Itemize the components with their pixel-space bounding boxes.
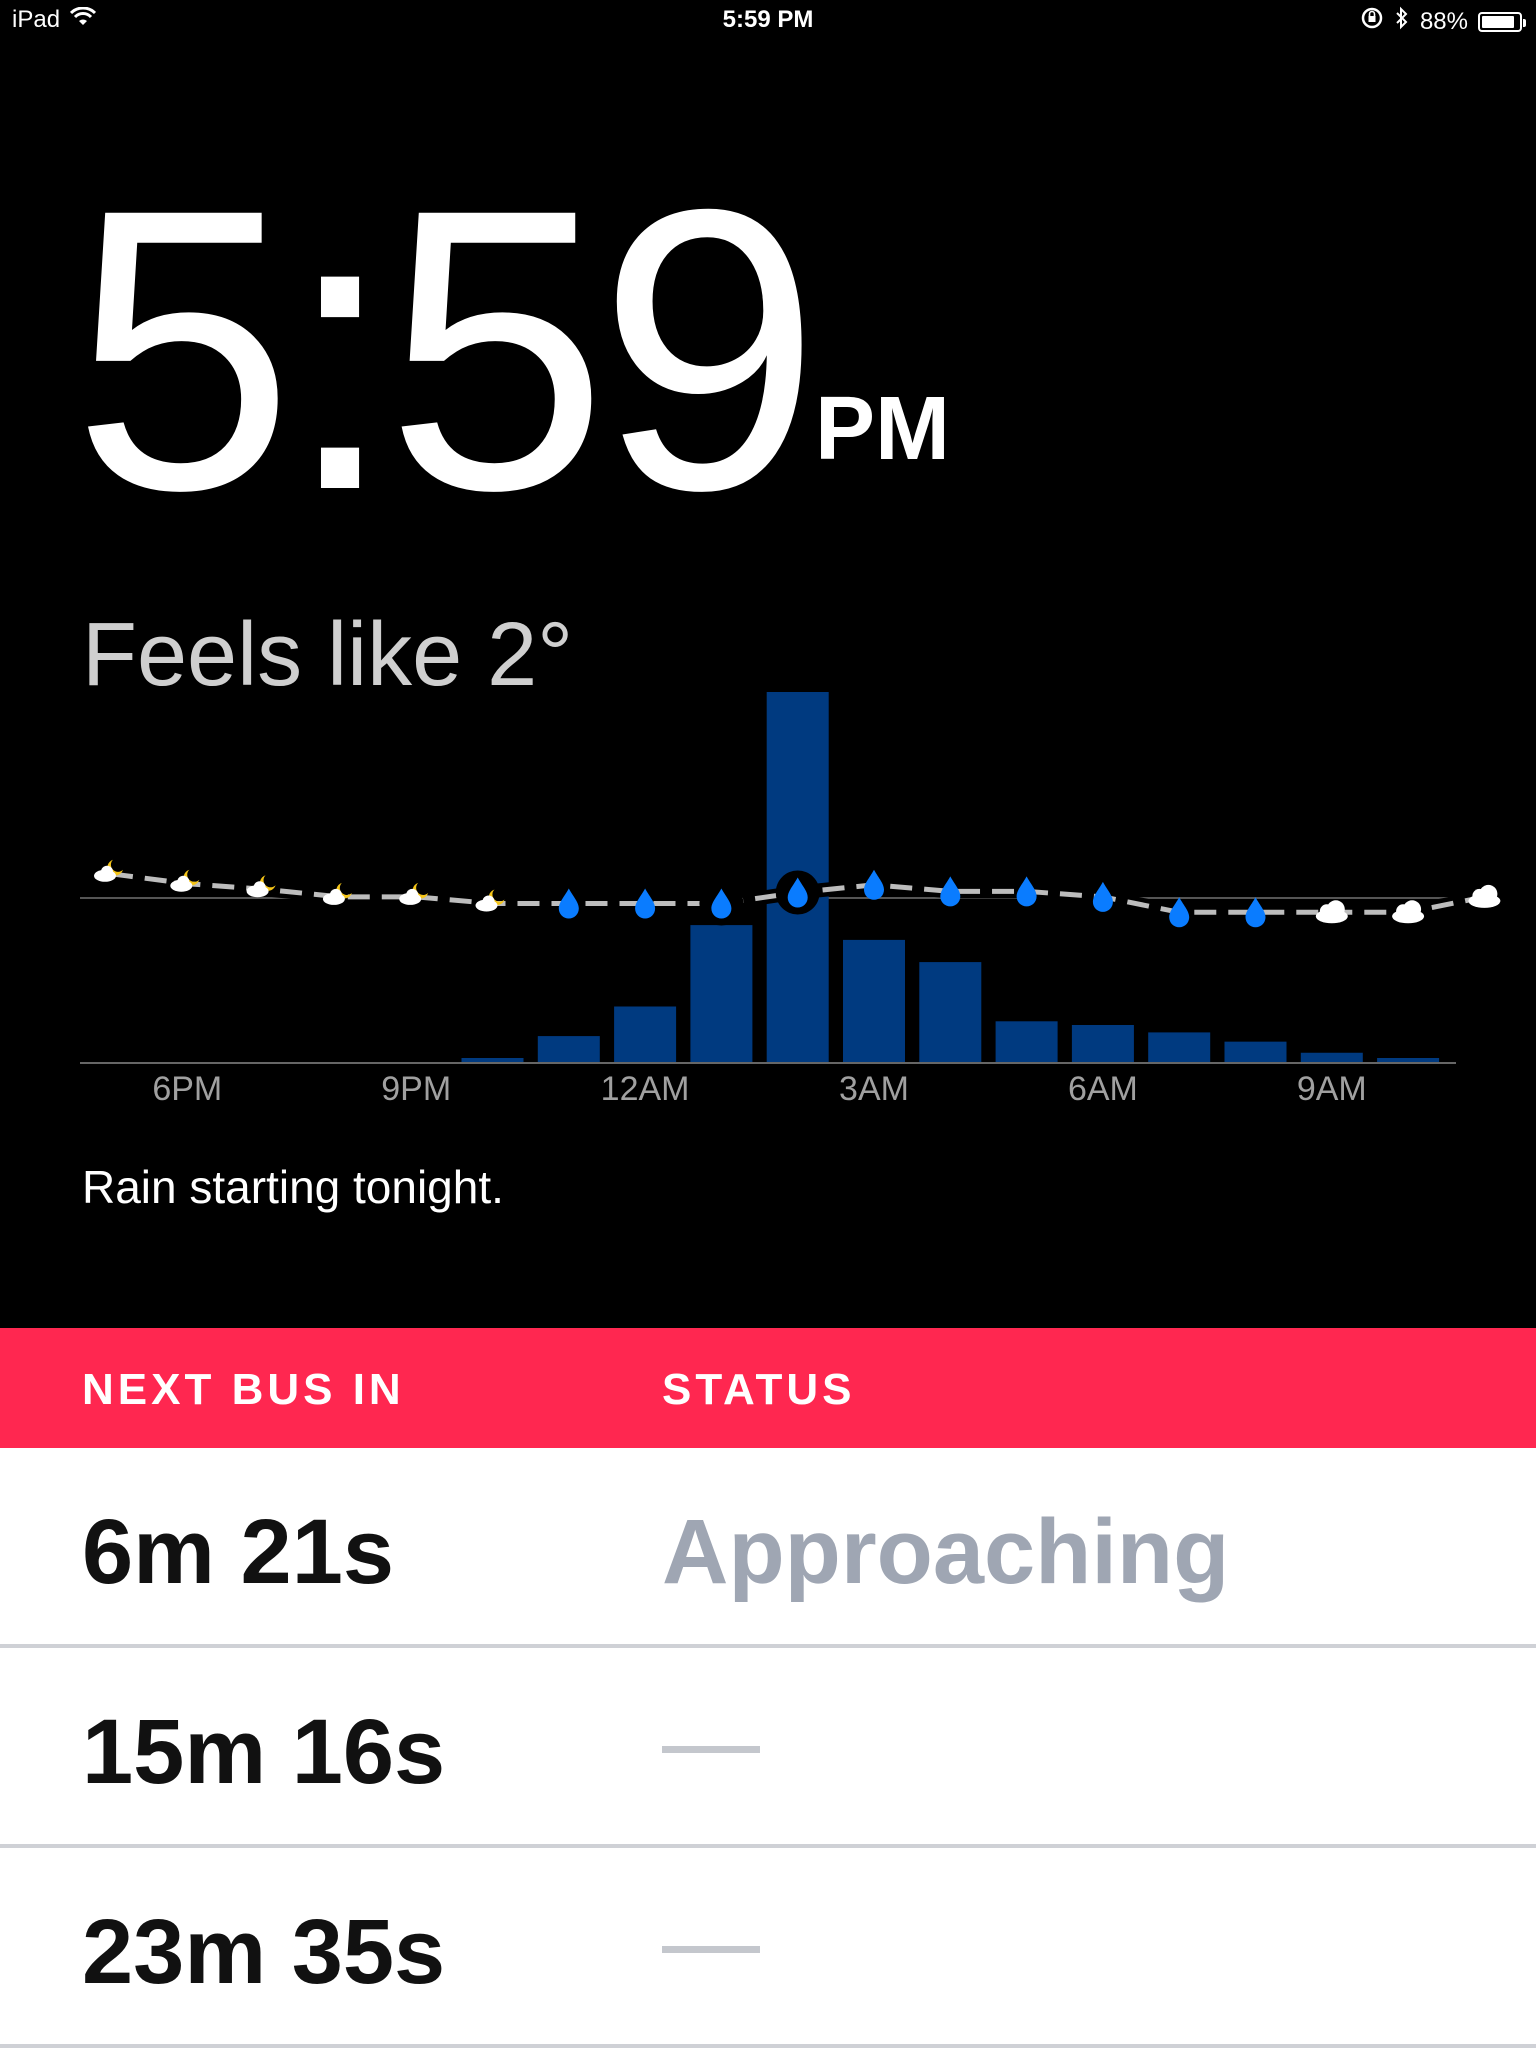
bus-status: Approaching (662, 1501, 1230, 1603)
precipitation-bar (995, 1021, 1058, 1062)
precipitation-bar (843, 939, 905, 1062)
raindrop-icon (864, 869, 884, 900)
cloud-icon (1468, 884, 1501, 908)
bus-row[interactable]: 6m 21s Approaching (0, 1448, 1536, 1648)
raindrop-icon (1245, 897, 1266, 928)
raindrop-icon (940, 876, 961, 907)
raindrop-icon (635, 888, 656, 919)
x-tick-label: 12AM (601, 1070, 690, 1108)
header-next-bus: NEXT BUS IN (82, 1365, 405, 1414)
precipitation-bar (461, 1058, 524, 1062)
bus-arrival-time: 15m 16s (82, 1701, 446, 1803)
precipitation-bar (1148, 1032, 1211, 1062)
bus-arrival-time: 23m 35s (82, 1901, 446, 2003)
x-tick-label: 9PM (381, 1070, 451, 1108)
header-status: STATUS (662, 1365, 856, 1414)
precipitation-bar (1300, 1052, 1363, 1062)
precipitation-bar (1377, 1058, 1440, 1062)
bus-arrival-time: 6m 21s (82, 1501, 395, 1603)
bus-row[interactable]: 23m 35s (0, 1848, 1536, 2048)
x-tick-label: 6PM (152, 1070, 222, 1108)
precipitation-bar (1224, 1041, 1287, 1062)
precipitation-bar (614, 1006, 677, 1062)
x-tick-label: 6AM (1068, 1070, 1138, 1108)
bus-schedule: NEXT BUS IN STATUS 6m 21s Approaching 15… (0, 1328, 1536, 2048)
weather-summary: Rain starting tonight. (82, 1161, 504, 1213)
x-tick-label: 3AM (839, 1070, 909, 1108)
raindrop-icon (1016, 876, 1037, 907)
x-tick-label: 9AM (1297, 1070, 1367, 1108)
precipitation-bar (919, 962, 982, 1062)
precipitation-bar (690, 925, 753, 1062)
cloud-icon (1315, 900, 1348, 924)
bus-table-header: NEXT BUS IN STATUS (0, 1328, 1536, 1448)
weather-forecast-chart: 6PM 9PM 12AM 3AM 6AM 9AM (80, 692, 1501, 1108)
raindrop-icon (558, 888, 579, 919)
bus-row[interactable]: 15m 16s (0, 1648, 1536, 1848)
precipitation-bar (537, 1036, 600, 1062)
raindrop-icon (1092, 881, 1113, 912)
precipitation-bar (1071, 1025, 1134, 1062)
bus-status-empty-dash (662, 1946, 760, 1953)
raindrop-icon (1169, 897, 1190, 928)
bus-status-empty-dash (662, 1746, 760, 1753)
